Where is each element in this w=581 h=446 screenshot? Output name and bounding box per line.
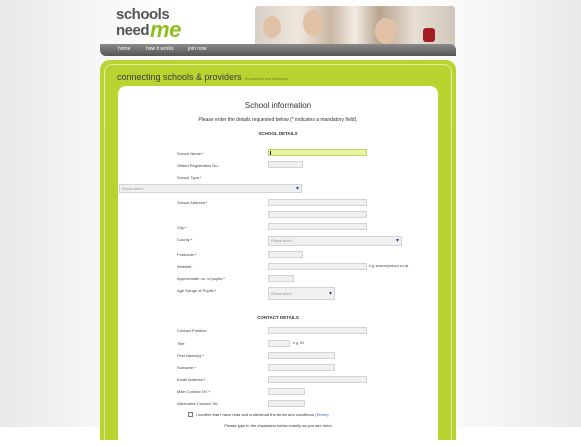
address-line2-input[interactable]: [268, 211, 367, 218]
city-input[interactable]: [268, 223, 367, 230]
school-type-value: Please select: [122, 186, 143, 191]
terms-checkbox[interactable]: [188, 412, 193, 417]
address-line1-input[interactable]: [268, 199, 367, 206]
nav-item-home[interactable]: home: [118, 46, 131, 52]
terms-confirm-text: I confirm that I have read and understoo…: [196, 412, 329, 417]
tagline: connecting schools & providers of resourc…: [117, 72, 288, 82]
ofsted-label: Ofsted Registration No.:: [177, 163, 220, 168]
pupils-input[interactable]: [268, 275, 294, 282]
section-contact-details: CONTACT DETAILS: [257, 315, 299, 320]
logo-word-need: need: [116, 22, 150, 39]
chevron-down-icon: ▾: [328, 290, 332, 297]
website-hint: e.g. www.myschool.co.uk: [369, 264, 409, 268]
main-tel-label: Main Contact Tel.:*: [177, 389, 211, 394]
age-range-value: Please select: [271, 291, 292, 296]
section-school-details: SCHOOL DETAILS: [258, 131, 298, 136]
chevron-down-icon: ▾: [395, 238, 399, 244]
website-label: Website:: [177, 264, 193, 269]
captcha-instruction: Please type in the characters below exac…: [224, 423, 332, 428]
main-tel-input[interactable]: [268, 388, 305, 395]
age-range-label: Age Range of Pupils:*: [177, 288, 217, 293]
age-range-select[interactable]: Please select ▾: [268, 287, 335, 300]
city-label: City:*: [177, 225, 187, 230]
county-label: County:*: [177, 237, 193, 242]
terms-link[interactable]: (Terms): [315, 412, 329, 417]
chevron-down-icon: ▾: [295, 185, 299, 192]
pupils-label: Approximate no. of pupils:*: [177, 276, 225, 281]
logo-word-me: me: [150, 17, 181, 42]
surname-label: Surname:*: [177, 365, 196, 370]
text-cursor: [270, 151, 271, 155]
postcode-input[interactable]: [268, 251, 303, 258]
school-name-label: School Name:*: [177, 151, 204, 156]
school-type-select[interactable]: Please select ▾: [119, 184, 302, 193]
ofsted-input[interactable]: [268, 161, 303, 168]
page-title: School information: [244, 101, 312, 110]
title-input[interactable]: [268, 340, 290, 347]
title-hint: e.g. Mr: [293, 341, 304, 345]
contact-position-input[interactable]: [268, 327, 367, 334]
surname-input[interactable]: [268, 364, 335, 371]
first-name-label: First Name(s):*: [177, 353, 204, 358]
alt-tel-input[interactable]: [268, 400, 305, 407]
alt-tel-label: Alternative Contact Tel.:: [177, 401, 220, 406]
main-navigation: home how it works join now: [100, 44, 456, 56]
website-input[interactable]: [268, 263, 367, 270]
first-name-input[interactable]: [268, 352, 335, 359]
contact-position-label: Contact Position:: [177, 328, 208, 333]
tagline-small: of resources and workshops: [244, 77, 289, 81]
title-label: Title:: [177, 341, 186, 346]
county-value: Please select: [271, 239, 292, 243]
school-address-label: School Address:*: [177, 200, 208, 205]
form-intro: Please enter the details requested below…: [198, 117, 358, 123]
school-type-label: School Type:*: [177, 175, 202, 180]
nav-item-how-it-works[interactable]: how it works: [146, 46, 174, 52]
county-select[interactable]: Please select ▾: [268, 236, 402, 246]
postcode-label: Postcode:*: [177, 252, 197, 257]
email-input[interactable]: [268, 376, 367, 383]
site-logo[interactable]: schools needme: [116, 7, 181, 41]
terms-confirm-label: I confirm that I have read and understoo…: [196, 412, 314, 417]
school-name-input[interactable]: [268, 149, 367, 156]
tagline-main: connecting schools & providers: [117, 72, 242, 82]
email-label: Email Address:*: [177, 377, 206, 382]
nav-item-join-now[interactable]: join now: [188, 46, 206, 52]
